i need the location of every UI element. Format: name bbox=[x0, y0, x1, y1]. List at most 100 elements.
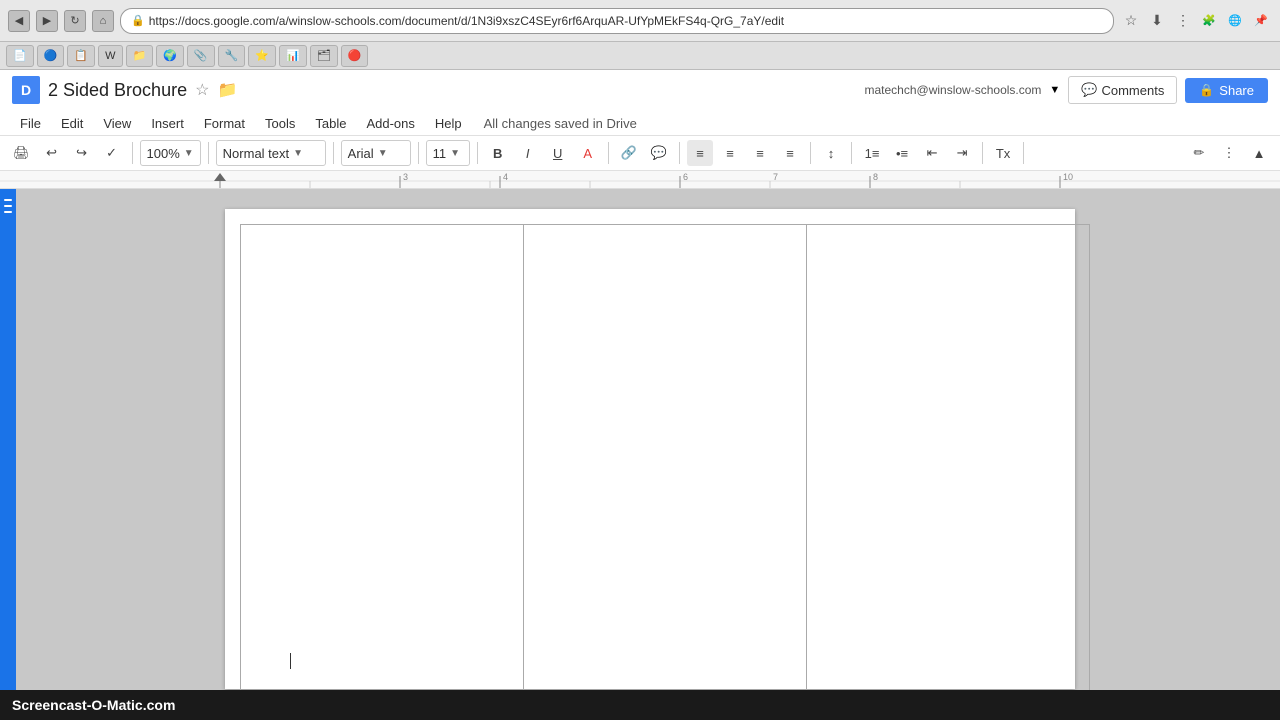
more-options-button[interactable]: ⋮ bbox=[1216, 140, 1242, 166]
star-icon[interactable]: ☆ bbox=[1120, 10, 1142, 32]
bookmark-7[interactable]: 📎 bbox=[187, 45, 215, 67]
bookmark-8[interactable]: 🔧 bbox=[218, 45, 246, 67]
menu-addons[interactable]: Add-ons bbox=[358, 112, 422, 135]
watermark-bar: Screencast-O-Matic.com bbox=[0, 690, 1280, 720]
document-table[interactable] bbox=[240, 224, 1090, 690]
paragraph-style-dropdown[interactable]: Normal text ▼ bbox=[216, 140, 326, 166]
font-size-value: 11 bbox=[433, 146, 447, 161]
menu-view[interactable]: View bbox=[95, 112, 139, 135]
forward-button[interactable]: ▶ bbox=[36, 10, 58, 32]
back-button[interactable]: ◀ bbox=[8, 10, 30, 32]
folder-icon[interactable]: 📁 bbox=[217, 80, 237, 100]
lock-icon: 🔒 bbox=[131, 14, 145, 27]
bold-icon: B bbox=[493, 146, 502, 161]
align-right-button[interactable]: ≡ bbox=[747, 140, 773, 166]
separator-8 bbox=[810, 142, 811, 164]
paragraph-style-value: Normal text bbox=[223, 146, 289, 161]
hide-controls-button[interactable]: ▲ bbox=[1246, 140, 1272, 166]
numbered-list-button[interactable]: 1≡ bbox=[859, 140, 885, 166]
share-button[interactable]: 🔒 Share bbox=[1185, 78, 1268, 103]
line-spacing-button[interactable]: ↕ bbox=[818, 140, 844, 166]
menu-file[interactable]: File bbox=[12, 112, 49, 135]
download-icon[interactable]: ⬇ bbox=[1146, 10, 1168, 32]
extension-icon-2[interactable]: 🌐 bbox=[1224, 10, 1246, 32]
paragraph-style-arrow: ▼ bbox=[293, 148, 303, 159]
bookmark-12[interactable]: 🔴 bbox=[341, 45, 369, 67]
bookmark-9[interactable]: ⭐ bbox=[248, 45, 276, 67]
svg-text:4: 4 bbox=[503, 172, 508, 182]
print-button[interactable]: 🖨 bbox=[8, 140, 35, 166]
underline-icon: U bbox=[553, 146, 562, 161]
favorite-star-icon[interactable]: ☆ bbox=[195, 80, 209, 100]
table-cell-3[interactable] bbox=[807, 225, 1090, 691]
text-cursor bbox=[290, 653, 291, 669]
sidebar-indicator bbox=[0, 189, 16, 690]
horizontal-ruler: 3 4 6 7 8 10 bbox=[0, 171, 1280, 189]
address-bar[interactable]: 🔒 https://docs.google.com/a/winslow-scho… bbox=[120, 8, 1114, 34]
zoom-dropdown[interactable]: 100% ▼ bbox=[140, 140, 201, 166]
underline-button[interactable]: U bbox=[545, 140, 571, 166]
bookmark-1[interactable]: 📄 bbox=[6, 45, 34, 67]
menu-table[interactable]: Table bbox=[307, 112, 354, 135]
lock-share-icon: 🔒 bbox=[1199, 83, 1214, 97]
refresh-button[interactable]: ↻ bbox=[64, 10, 86, 32]
font-value: Arial bbox=[348, 146, 374, 161]
font-dropdown[interactable]: Arial ▼ bbox=[341, 140, 411, 166]
insert-link-button[interactable]: 🔗 bbox=[616, 140, 642, 166]
insert-comment-button[interactable]: 💬 bbox=[646, 140, 672, 166]
extension-icon-1[interactable]: 🧩 bbox=[1198, 10, 1220, 32]
text-color-button[interactable]: A bbox=[575, 140, 601, 166]
toolbar: 🖨 ↩ ↪ ✓ 100% ▼ Normal text ▼ Arial ▼ 11 … bbox=[0, 136, 1280, 171]
separator-9 bbox=[851, 142, 852, 164]
spellcheck-button[interactable]: ✓ bbox=[99, 140, 125, 166]
bookmark-11[interactable]: 🗂 bbox=[310, 45, 338, 67]
menu-insert[interactable]: Insert bbox=[143, 112, 192, 135]
bookmark-4[interactable]: W bbox=[98, 45, 122, 67]
bookmark-2[interactable]: 🔵 bbox=[37, 45, 65, 67]
home-button[interactable]: ⌂ bbox=[92, 10, 114, 32]
menu-tools[interactable]: Tools bbox=[257, 112, 303, 135]
extension-icon-3[interactable]: 📌 bbox=[1250, 10, 1272, 32]
separator-11 bbox=[1023, 142, 1024, 164]
comments-label: Comments bbox=[1101, 83, 1164, 98]
edit-mode-button[interactable]: ✏ bbox=[1186, 140, 1212, 166]
undo-button[interactable]: ↩ bbox=[39, 140, 65, 166]
document-title[interactable]: 2 Sided Brochure bbox=[48, 80, 187, 101]
italic-button[interactable]: I bbox=[515, 140, 541, 166]
document-page[interactable] bbox=[225, 209, 1075, 689]
separator-1 bbox=[132, 142, 133, 164]
redo-button[interactable]: ↪ bbox=[69, 140, 95, 166]
bookmark-3[interactable]: 📋 bbox=[67, 45, 95, 67]
account-email: matechch@winslow-schools.com bbox=[865, 83, 1042, 97]
separator-3 bbox=[333, 142, 334, 164]
font-size-arrow: ▼ bbox=[450, 148, 460, 159]
separator-6 bbox=[608, 142, 609, 164]
justify-button[interactable]: ≡ bbox=[777, 140, 803, 166]
align-left-button[interactable]: ≡ bbox=[687, 140, 713, 166]
decrease-indent-button[interactable]: ⇤ bbox=[919, 140, 945, 166]
menu-edit[interactable]: Edit bbox=[53, 112, 91, 135]
table-cell-1[interactable] bbox=[241, 225, 524, 691]
font-arrow: ▼ bbox=[378, 148, 388, 159]
table-cell-2[interactable] bbox=[524, 225, 807, 691]
sidebar-line-3 bbox=[4, 211, 12, 213]
comments-button[interactable]: 💬 Comments bbox=[1068, 76, 1177, 104]
bookmark-6[interactable]: 🌍 bbox=[156, 45, 184, 67]
document-area[interactable] bbox=[0, 189, 1280, 690]
bold-button[interactable]: B bbox=[485, 140, 511, 166]
menu-format[interactable]: Format bbox=[196, 112, 253, 135]
menu-help[interactable]: Help bbox=[427, 112, 470, 135]
increase-indent-button[interactable]: ⇥ bbox=[949, 140, 975, 166]
bookmark-5[interactable]: 📁 bbox=[126, 45, 154, 67]
account-dropdown-icon[interactable]: ▼ bbox=[1049, 84, 1060, 96]
align-center-button[interactable]: ≡ bbox=[717, 140, 743, 166]
sidebar-line-1 bbox=[4, 199, 12, 201]
separator-2 bbox=[208, 142, 209, 164]
font-size-dropdown[interactable]: 11 ▼ bbox=[426, 140, 470, 166]
clear-formatting-button[interactable]: Tx bbox=[990, 140, 1016, 166]
bulleted-list-button[interactable]: •≡ bbox=[889, 140, 915, 166]
bookmark-10[interactable]: 📊 bbox=[279, 45, 307, 67]
separator-7 bbox=[679, 142, 680, 164]
browser-actions: ☆ ⬇ ⋮ 🧩 🌐 📌 bbox=[1120, 10, 1272, 32]
settings-icon[interactable]: ⋮ bbox=[1172, 10, 1194, 32]
